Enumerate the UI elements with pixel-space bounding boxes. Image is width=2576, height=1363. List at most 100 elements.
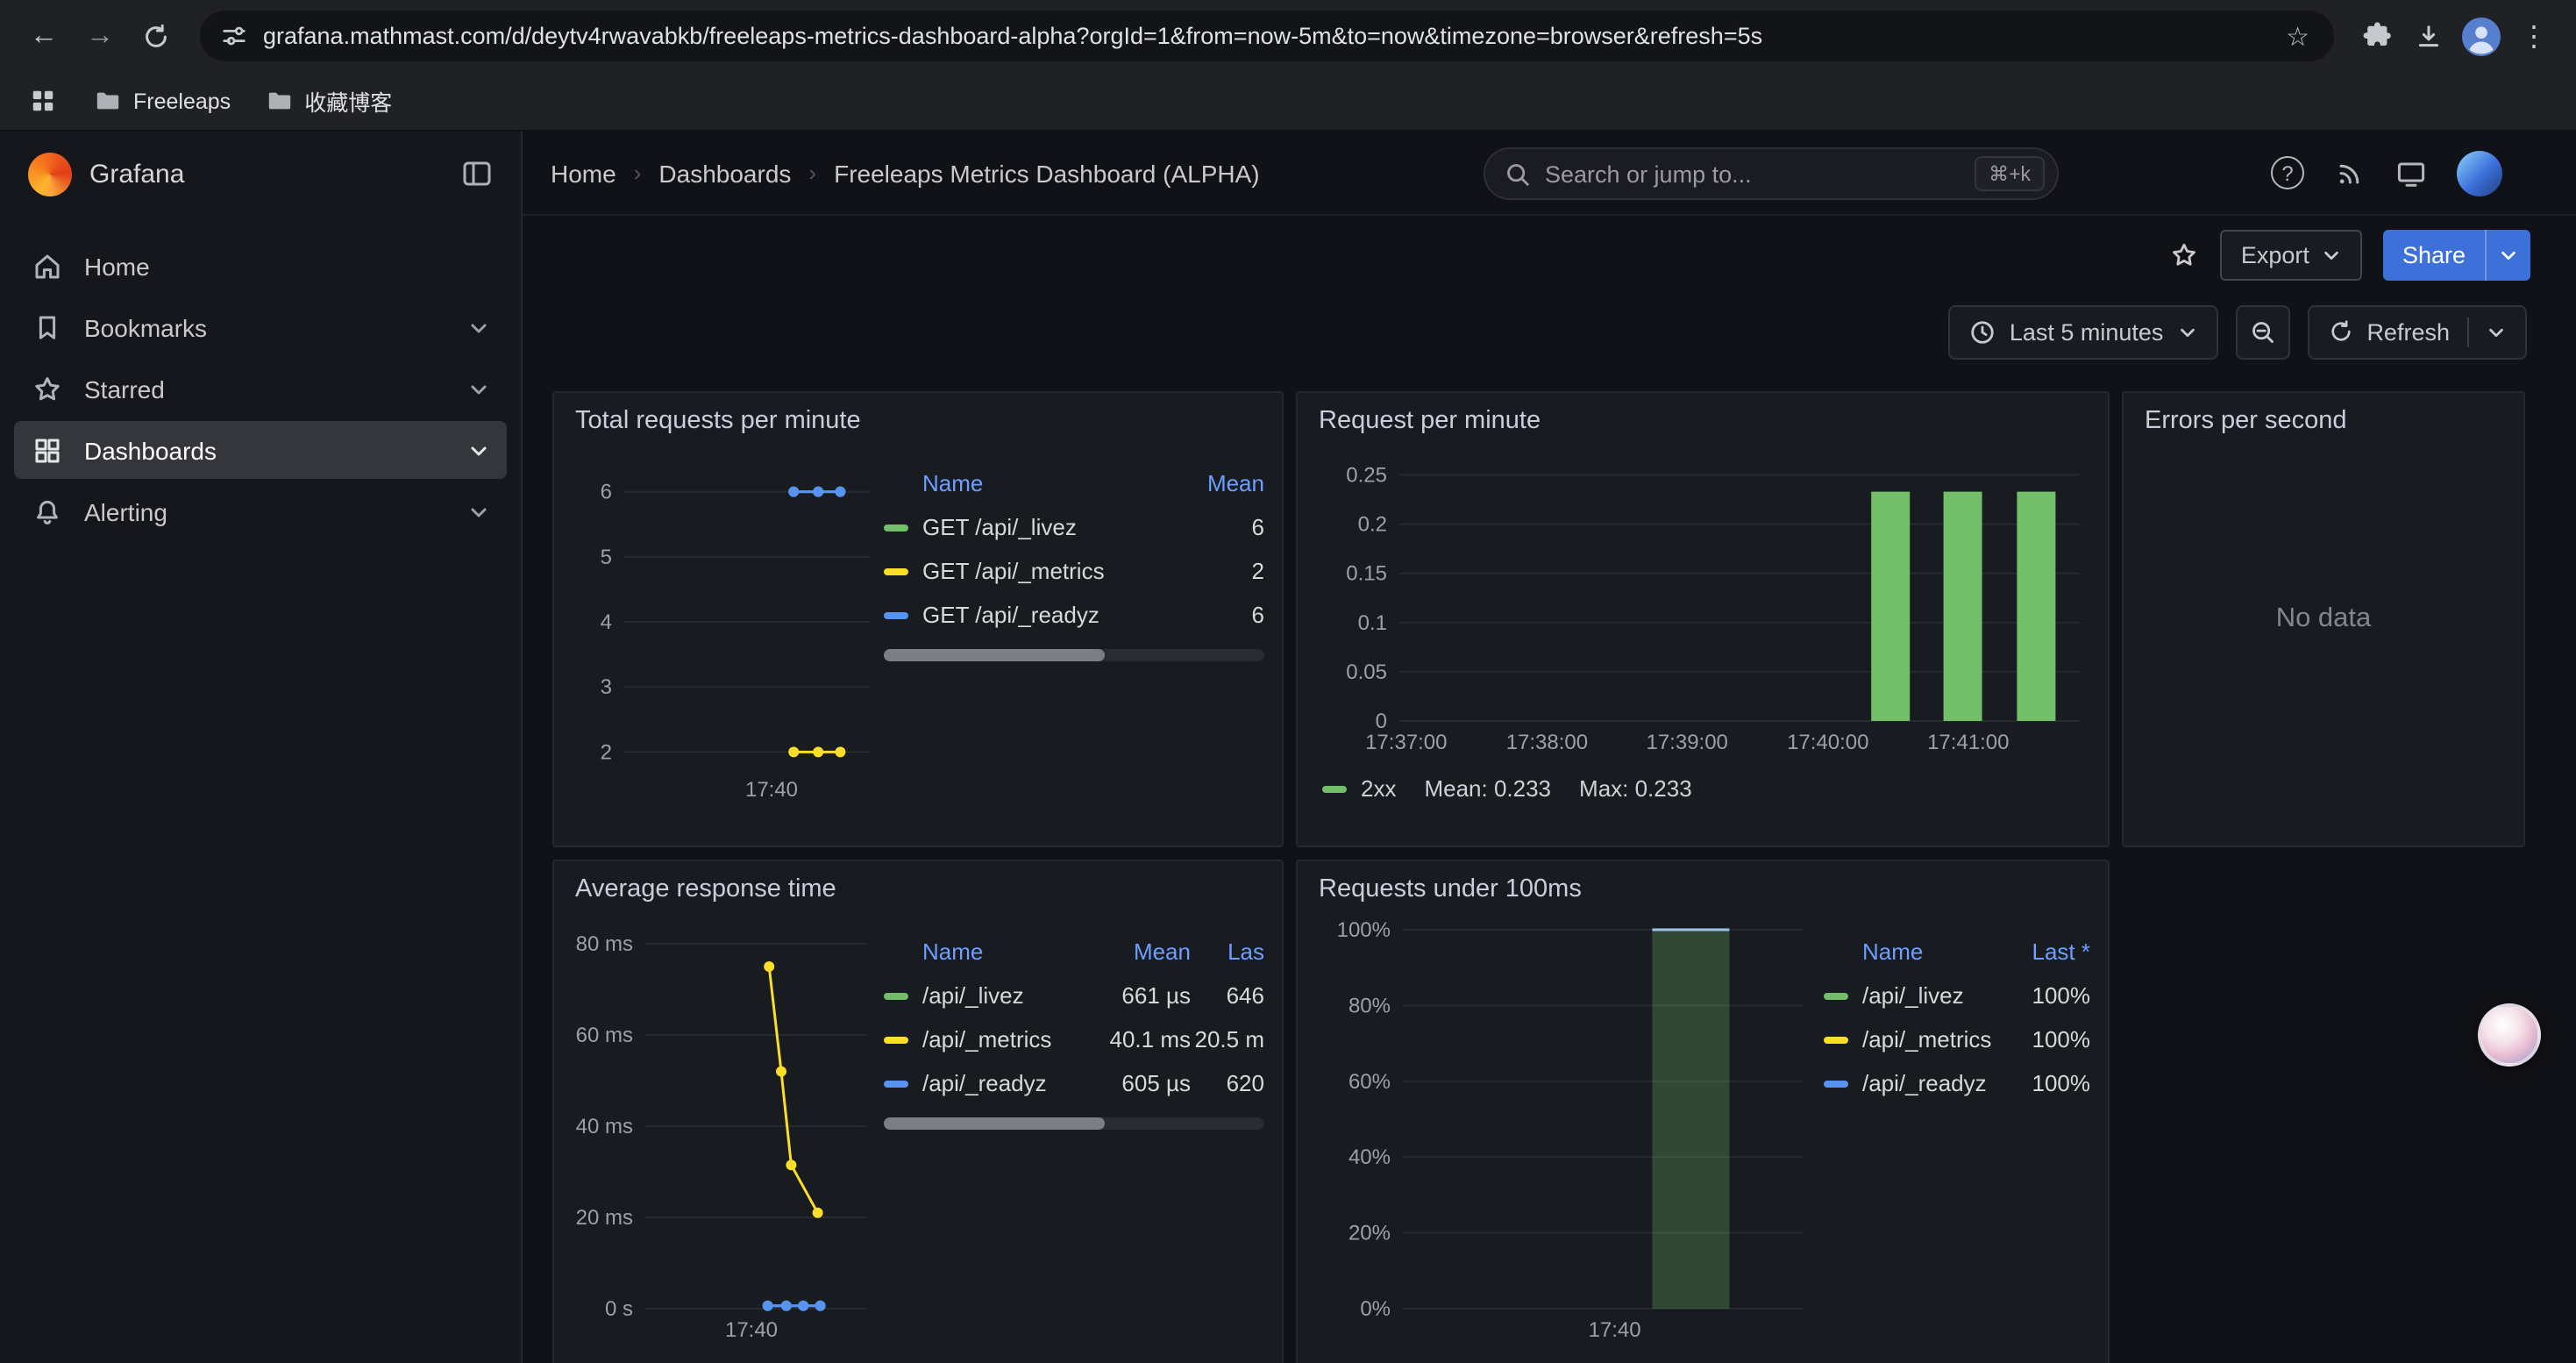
series-name[interactable]: 2xx xyxy=(1361,775,1396,802)
col-mean-header[interactable]: Mean xyxy=(1089,938,1191,965)
col-last-header[interactable]: Last * xyxy=(2006,938,2090,965)
scrollbar-thumb[interactable] xyxy=(884,649,1105,661)
screen: ← → grafana.mathmast.com/d/deytv4rwavabk… xyxy=(0,0,2576,1363)
legend-row[interactable]: /api/_livez 661 µs 646 xyxy=(884,974,1264,1017)
bookmark-folder-blogs[interactable]: 收藏博客 xyxy=(266,84,392,118)
sidebar-item-starred[interactable]: Starred xyxy=(14,360,507,417)
user-avatar[interactable] xyxy=(2457,150,2502,196)
panel-errors-per-second: Errors per second No data xyxy=(2122,391,2525,847)
svg-text:20%: 20% xyxy=(1348,1222,1391,1245)
col-name-header[interactable]: Name xyxy=(884,470,1180,496)
legend-table: Name Mean GET /api/_livez 6 GET /api/_me… xyxy=(884,470,1264,810)
sidebar-item-dashboards[interactable]: Dashboards xyxy=(14,421,507,479)
series-color-dash xyxy=(884,524,908,531)
col-name-header[interactable]: Name xyxy=(884,938,1089,965)
series-color-dash xyxy=(1824,1036,1848,1043)
profile-avatar[interactable] xyxy=(2457,11,2506,61)
request-per-minute-chart[interactable]: 0.250.20.150.10.05017:37:0017:38:0017:39… xyxy=(1319,439,2090,765)
search-input[interactable]: Search or jump to... ⌘+k xyxy=(1484,147,2059,200)
forward-icon[interactable]: → xyxy=(74,10,126,62)
series-mean: 40.1 ms xyxy=(1089,1026,1191,1053)
svg-text:17:41:00: 17:41:00 xyxy=(1927,731,2009,754)
series-color-dash xyxy=(884,992,908,999)
svg-text:0: 0 xyxy=(1376,710,1387,733)
panel-title[interactable]: Request per minute xyxy=(1298,393,2108,439)
series-name: GET /api/_readyz xyxy=(922,602,1180,628)
export-button[interactable]: Export xyxy=(2220,229,2362,280)
zoom-out-button[interactable] xyxy=(2235,304,2289,359)
browser-toolbar: ← → grafana.mathmast.com/d/deytv4rwavabk… xyxy=(0,0,2576,72)
svg-text:80%: 80% xyxy=(1348,994,1391,1017)
extensions-icon[interactable] xyxy=(2352,11,2401,61)
svg-text:17:40: 17:40 xyxy=(1589,1318,1641,1342)
refresh-icon xyxy=(2328,319,2352,344)
col-last-header[interactable]: Las xyxy=(1191,938,1264,965)
panel-title[interactable]: Average response time xyxy=(554,861,1282,907)
requests-under-100ms-chart[interactable]: 100%80%60%40%20%0%17:40 xyxy=(1315,907,1824,1345)
apps-grid-icon[interactable] xyxy=(25,76,60,125)
chart-legend: 2xx Mean: 0.233 Max: 0.233 xyxy=(1298,765,2108,802)
series-mean: 661 µs xyxy=(1089,982,1191,1009)
sidebar-item-home[interactable]: Home xyxy=(14,237,507,295)
share-label: Share xyxy=(2383,241,2485,268)
refresh-interval-chevron-icon[interactable] xyxy=(2487,322,2506,341)
chevron-down-icon xyxy=(468,439,489,460)
favorite-star-icon[interactable] xyxy=(2169,239,2199,269)
total-requests-chart[interactable]: 6543217:40 xyxy=(572,439,884,810)
scrollbar-thumb[interactable] xyxy=(884,1117,1105,1130)
sidebar-item-label: Home xyxy=(84,252,150,280)
url-text[interactable]: grafana.mathmast.com/d/deytv4rwavabkb/fr… xyxy=(263,23,2282,49)
svg-text:0.1: 0.1 xyxy=(1358,611,1387,635)
panel-average-response-time: Average response time 80 ms60 ms40 ms20 … xyxy=(552,860,1284,1363)
legend-row[interactable]: /api/_readyz 100% xyxy=(1824,1061,2090,1105)
svg-text:5: 5 xyxy=(601,546,612,569)
help-icon[interactable]: ? xyxy=(2271,156,2304,189)
series-last: 100% xyxy=(2006,982,2090,1009)
sidebar-item-label: Alerting xyxy=(84,497,167,525)
series-mean: 2 xyxy=(1180,558,1264,584)
col-mean-header[interactable]: Mean xyxy=(1180,470,1264,496)
floating-assistant-avatar[interactable] xyxy=(2478,1003,2541,1067)
legend-row[interactable]: GET /api/_metrics 2 xyxy=(884,549,1264,593)
average-response-time-chart[interactable]: 80 ms60 ms40 ms20 ms0 s17:40 xyxy=(572,907,884,1345)
panel-title[interactable]: Errors per second xyxy=(2124,393,2523,439)
panel-title[interactable]: Total requests per minute xyxy=(554,393,1282,439)
dashboard-grid: Total requests per minute 6543217:40 Nam… xyxy=(523,370,2576,1363)
legend-scrollbar[interactable] xyxy=(884,1117,1264,1130)
series-last: 100% xyxy=(2006,1026,2090,1053)
panel-title[interactable]: Requests under 100ms xyxy=(1298,861,2108,907)
bookmark-folder-freeleaps[interactable]: Freeleaps xyxy=(95,88,231,114)
sidebar-item-bookmarks[interactable]: Bookmarks xyxy=(14,298,507,356)
downloads-icon[interactable] xyxy=(2404,11,2453,61)
breadcrumb-home[interactable]: Home xyxy=(551,159,616,187)
kiosk-monitor-icon[interactable] xyxy=(2395,157,2427,189)
legend-row[interactable]: GET /api/_readyz 6 xyxy=(884,593,1264,637)
col-name-header[interactable]: Name xyxy=(1824,938,2006,965)
legend-row[interactable]: GET /api/_livez 6 xyxy=(884,505,1264,549)
address-bar[interactable]: grafana.mathmast.com/d/deytv4rwavabkb/fr… xyxy=(200,11,2334,61)
share-button[interactable]: Share xyxy=(2383,229,2530,280)
site-settings-icon[interactable] xyxy=(221,23,247,49)
legend-scrollbar[interactable] xyxy=(884,649,1264,661)
breadcrumb-dashboards[interactable]: Dashboards xyxy=(658,159,791,187)
back-icon[interactable]: ← xyxy=(18,10,70,62)
sidebar-collapse-icon[interactable] xyxy=(461,158,493,189)
legend-row[interactable]: /api/_readyz 605 µs 620 xyxy=(884,1061,1264,1105)
share-chevron-icon[interactable] xyxy=(2499,245,2518,264)
legend-row[interactable]: /api/_metrics 40.1 ms 20.5 m xyxy=(884,1017,1264,1061)
bookmark-page-star-icon[interactable]: ☆ xyxy=(2282,20,2313,52)
reload-icon[interactable] xyxy=(130,10,182,62)
series-max-stat: Max: 0.233 xyxy=(1579,775,1692,802)
news-rss-icon[interactable] xyxy=(2334,157,2366,189)
browser-menu-icon[interactable]: ⋮ xyxy=(2509,11,2558,61)
time-range-picker[interactable]: Last 5 minutes xyxy=(1948,304,2218,359)
grafana-logo[interactable] xyxy=(28,152,72,196)
svg-text:17:38:00: 17:38:00 xyxy=(1506,731,1588,754)
svg-text:17:37:00: 17:37:00 xyxy=(1365,731,1447,754)
legend-row[interactable]: /api/_metrics 100% xyxy=(1824,1017,2090,1061)
legend-row[interactable]: /api/_livez 100% xyxy=(1824,974,2090,1017)
sidebar-nav: Home Bookmarks Starred Dashboards xyxy=(0,237,521,540)
svg-text:4: 4 xyxy=(601,610,612,634)
sidebar-item-alerting[interactable]: Alerting xyxy=(14,482,507,540)
refresh-button[interactable]: Refresh xyxy=(2307,304,2527,359)
